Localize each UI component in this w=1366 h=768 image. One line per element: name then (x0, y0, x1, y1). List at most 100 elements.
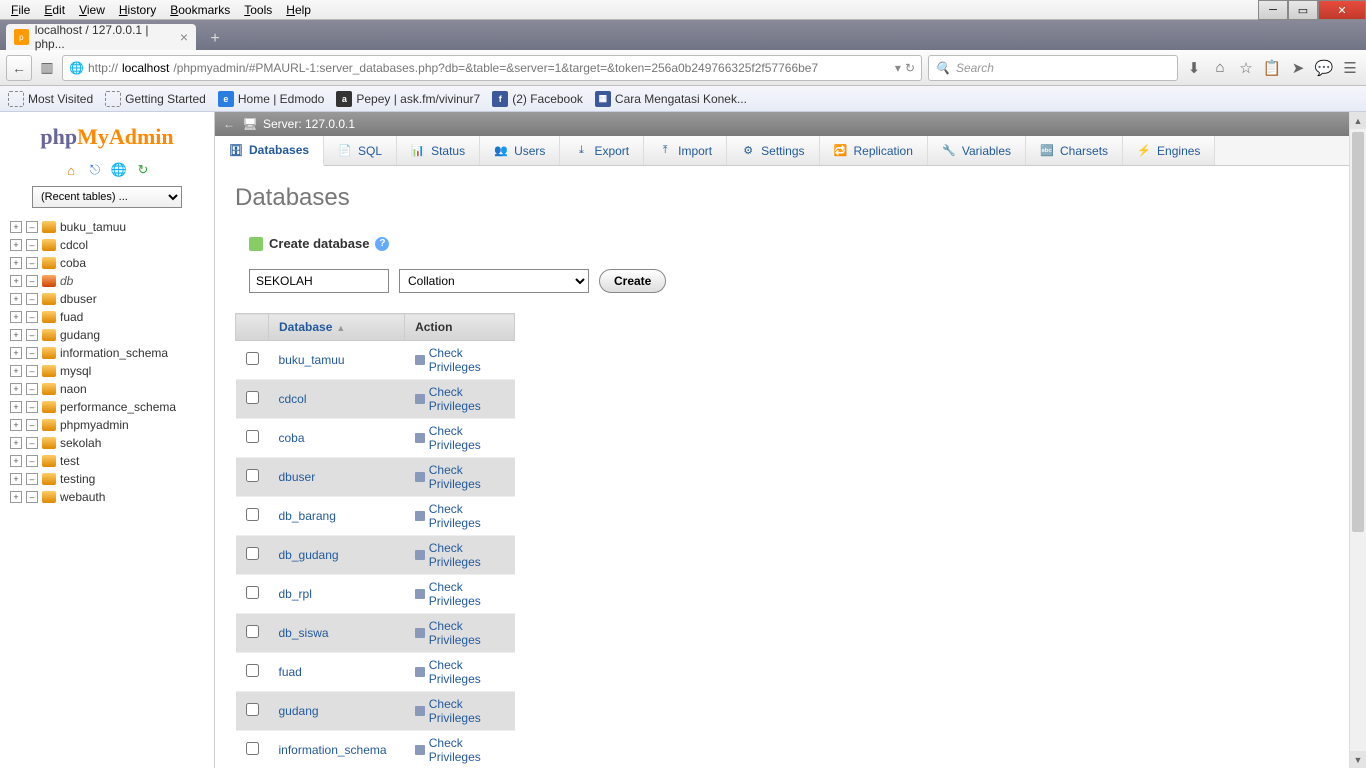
menu-file[interactable]: File (4, 1, 37, 19)
bookmark-star-icon[interactable]: ☆ (1236, 58, 1256, 78)
menu-edit[interactable]: Edit (37, 1, 72, 19)
tree-item-mysql[interactable]: +–mysql (6, 362, 208, 380)
expand2-icon[interactable]: – (26, 491, 38, 503)
check-privileges-link[interactable]: Check Privileges (415, 736, 505, 764)
row-checkbox[interactable] (246, 664, 259, 677)
db-name-link[interactable]: buku_tamuu (279, 353, 345, 367)
clipboard-icon[interactable]: 📋 (1262, 58, 1282, 78)
tree-item-testing[interactable]: +–testing (6, 470, 208, 488)
expand2-icon[interactable]: – (26, 347, 38, 359)
check-privileges-link[interactable]: Check Privileges (415, 346, 505, 374)
sql-quick-icon[interactable]: 🌐 (111, 162, 127, 178)
col-database[interactable]: Database▲ (269, 314, 405, 341)
window-minimize-button[interactable]: ─ (1258, 0, 1288, 20)
create-button[interactable]: Create (599, 269, 666, 293)
db-name-link[interactable]: information_schema (279, 743, 387, 757)
shield-icon[interactable]: ▥ (38, 55, 56, 81)
tree-item-sekolah[interactable]: +–sekolah (6, 434, 208, 452)
window-close-button[interactable]: ✕ (1318, 0, 1366, 20)
expand2-icon[interactable]: – (26, 239, 38, 251)
tab-variables[interactable]: 🔧Variables (928, 136, 1026, 165)
tree-item-information_schema[interactable]: +–information_schema (6, 344, 208, 362)
tab-sql[interactable]: 📄SQL (324, 136, 397, 165)
help-icon[interactable]: ? (375, 237, 389, 251)
expand2-icon[interactable]: – (26, 473, 38, 485)
expand2-icon[interactable]: – (26, 437, 38, 449)
row-checkbox[interactable] (246, 430, 259, 443)
menu-bookmarks[interactable]: Bookmarks (163, 1, 237, 19)
expand-icon[interactable]: + (10, 401, 22, 413)
expand2-icon[interactable]: – (26, 401, 38, 413)
db-name-link[interactable]: db_gudang (279, 548, 339, 562)
expand-icon[interactable]: + (10, 257, 22, 269)
check-privileges-link[interactable]: Check Privileges (415, 619, 505, 647)
expand-icon[interactable]: + (10, 455, 22, 467)
expand-icon[interactable]: + (10, 491, 22, 503)
expand2-icon[interactable]: – (26, 275, 38, 287)
tree-item-dbuser[interactable]: +–dbuser (6, 290, 208, 308)
tab-engines[interactable]: ⚡Engines (1123, 136, 1215, 165)
expand-icon[interactable]: + (10, 329, 22, 341)
tab-settings[interactable]: ⚙Settings (727, 136, 819, 165)
db-name-link[interactable]: dbuser (279, 470, 316, 484)
tree-item-coba[interactable]: +–coba (6, 254, 208, 272)
tree-item-gudang[interactable]: +–gudang (6, 326, 208, 344)
collapse-panel-icon[interactable]: ← (223, 117, 237, 131)
bookmark-most-visited[interactable]: Most Visited (8, 91, 93, 107)
menu-hamburger-icon[interactable]: ☰ (1340, 58, 1360, 78)
home-icon[interactable]: ⌂ (1210, 58, 1230, 78)
bookmark-getting-started[interactable]: Getting Started (105, 91, 206, 107)
expand2-icon[interactable]: – (26, 293, 38, 305)
tab-import[interactable]: ⤒Import (644, 136, 727, 165)
db-name-link[interactable]: fuad (279, 665, 302, 679)
db-name-link[interactable]: coba (279, 431, 305, 445)
db-name-link[interactable]: db_siswa (279, 626, 329, 640)
chat-icon[interactable]: 💬 (1314, 58, 1334, 78)
collation-select[interactable]: Collation (399, 269, 589, 293)
menu-tools[interactable]: Tools (237, 1, 279, 19)
db-name-link[interactable]: gudang (279, 704, 319, 718)
expand2-icon[interactable]: – (26, 365, 38, 377)
row-checkbox[interactable] (246, 625, 259, 638)
back-button[interactable]: ← (6, 55, 32, 81)
scroll-up-icon[interactable]: ▲ (1350, 112, 1366, 129)
search-input[interactable]: 🔍 Search (928, 55, 1178, 81)
bookmark-facebook[interactable]: f(2) Facebook (492, 91, 583, 107)
check-privileges-link[interactable]: Check Privileges (415, 658, 505, 686)
row-checkbox[interactable] (246, 547, 259, 560)
check-privileges-link[interactable]: Check Privileges (415, 463, 505, 491)
tab-charsets[interactable]: 🔤Charsets (1026, 136, 1123, 165)
db-name-link[interactable]: cdcol (279, 392, 307, 406)
browser-tab[interactable]: p localhost / 127.0.0.1 | php... × (6, 24, 196, 50)
check-privileges-link[interactable]: Check Privileges (415, 697, 505, 725)
expand-icon[interactable]: + (10, 383, 22, 395)
home-quick-icon[interactable]: ⌂ (63, 162, 79, 178)
expand2-icon[interactable]: – (26, 221, 38, 233)
tab-databases[interactable]: 🗄Databases (215, 136, 324, 166)
tree-item-webauth[interactable]: +–webauth (6, 488, 208, 506)
tree-item-test[interactable]: +–test (6, 452, 208, 470)
scroll-down-icon[interactable]: ▼ (1350, 751, 1366, 768)
downloads-icon[interactable]: ⬇ (1184, 58, 1204, 78)
db-name-link[interactable]: db_rpl (279, 587, 312, 601)
tree-item-buku_tamuu[interactable]: +–buku_tamuu (6, 218, 208, 236)
tab-close-icon[interactable]: × (180, 29, 188, 45)
url-input[interactable]: 🌐 http://localhost/phpmyadmin/#PMAURL-1:… (62, 55, 922, 81)
expand-icon[interactable]: + (10, 347, 22, 359)
menu-history[interactable]: History (112, 1, 163, 19)
tree-item-performance_schema[interactable]: +–performance_schema (6, 398, 208, 416)
row-checkbox[interactable] (246, 391, 259, 404)
tree-item-cdcol[interactable]: +–cdcol (6, 236, 208, 254)
expand2-icon[interactable]: – (26, 455, 38, 467)
expand2-icon[interactable]: – (26, 311, 38, 323)
bookmark-askfm[interactable]: aPepey | ask.fm/vivinur7 (336, 91, 480, 107)
db-name-input[interactable] (249, 269, 389, 293)
check-privileges-link[interactable]: Check Privileges (415, 541, 505, 569)
expand2-icon[interactable]: – (26, 383, 38, 395)
expand-icon[interactable]: + (10, 311, 22, 323)
expand-icon[interactable]: + (10, 437, 22, 449)
row-checkbox[interactable] (246, 469, 259, 482)
row-checkbox[interactable] (246, 508, 259, 521)
expand-icon[interactable]: + (10, 221, 22, 233)
send-icon[interactable]: ➤ (1288, 58, 1308, 78)
